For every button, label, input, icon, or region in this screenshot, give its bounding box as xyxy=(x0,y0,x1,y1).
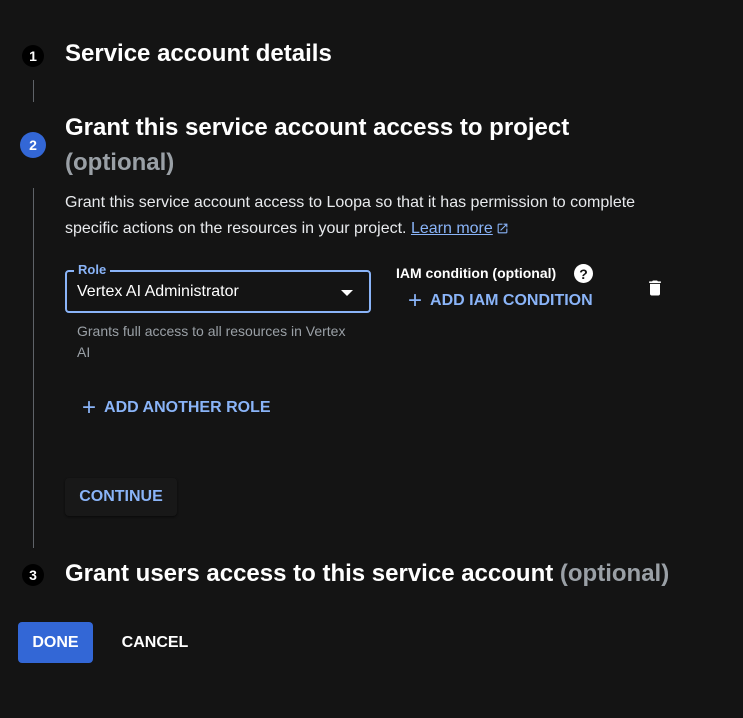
dropdown-arrow-icon xyxy=(341,290,353,296)
cancel-button[interactable]: CANCEL xyxy=(115,622,195,663)
step-1-number: 1 xyxy=(22,45,44,67)
role-value: Vertex AI Administrator xyxy=(77,283,239,300)
trash-icon[interactable] xyxy=(645,278,665,298)
add-iam-condition-label: ADD IAM CONDITION xyxy=(430,292,593,309)
step-3-optional: (optional) xyxy=(559,560,670,587)
step-2-optional: (optional) xyxy=(65,149,175,176)
step-2-title: Grant this service account access to pro… xyxy=(65,114,570,141)
add-iam-condition-button[interactable]: + ADD IAM CONDITION xyxy=(408,287,593,314)
continue-button[interactable]: CONTINUE xyxy=(65,478,177,516)
add-another-role-button[interactable]: + ADD ANOTHER ROLE xyxy=(82,394,271,421)
step-3-title-text: Grant users access to this service accou… xyxy=(65,560,554,587)
step-1-title[interactable]: Service account details xyxy=(65,40,332,68)
step-2-description: Grant this service account access to Loo… xyxy=(65,190,685,242)
help-icon[interactable]: ? xyxy=(574,264,593,283)
add-another-role-label: ADD ANOTHER ROLE xyxy=(104,399,271,416)
role-label: Role xyxy=(74,262,111,278)
plus-icon: + xyxy=(408,287,423,314)
external-link-icon xyxy=(497,223,508,234)
step-2-number: 2 xyxy=(20,132,46,158)
step-3-title[interactable]: Grant users access to this service accou… xyxy=(65,560,669,588)
iam-condition-label: IAM condition (optional) xyxy=(396,265,557,281)
step-connector xyxy=(33,188,34,548)
plus-icon: + xyxy=(82,394,97,421)
done-button[interactable]: DONE xyxy=(18,622,93,663)
description-text: Grant this service account access to Loo… xyxy=(65,194,636,237)
role-select[interactable]: Role Vertex AI Administrator xyxy=(65,262,371,313)
role-helper-text: Grants full access to all resources in V… xyxy=(77,323,346,360)
step-connector xyxy=(33,80,34,102)
learn-more-link[interactable]: Learn more xyxy=(411,220,493,237)
step-3-number: 3 xyxy=(22,564,44,586)
